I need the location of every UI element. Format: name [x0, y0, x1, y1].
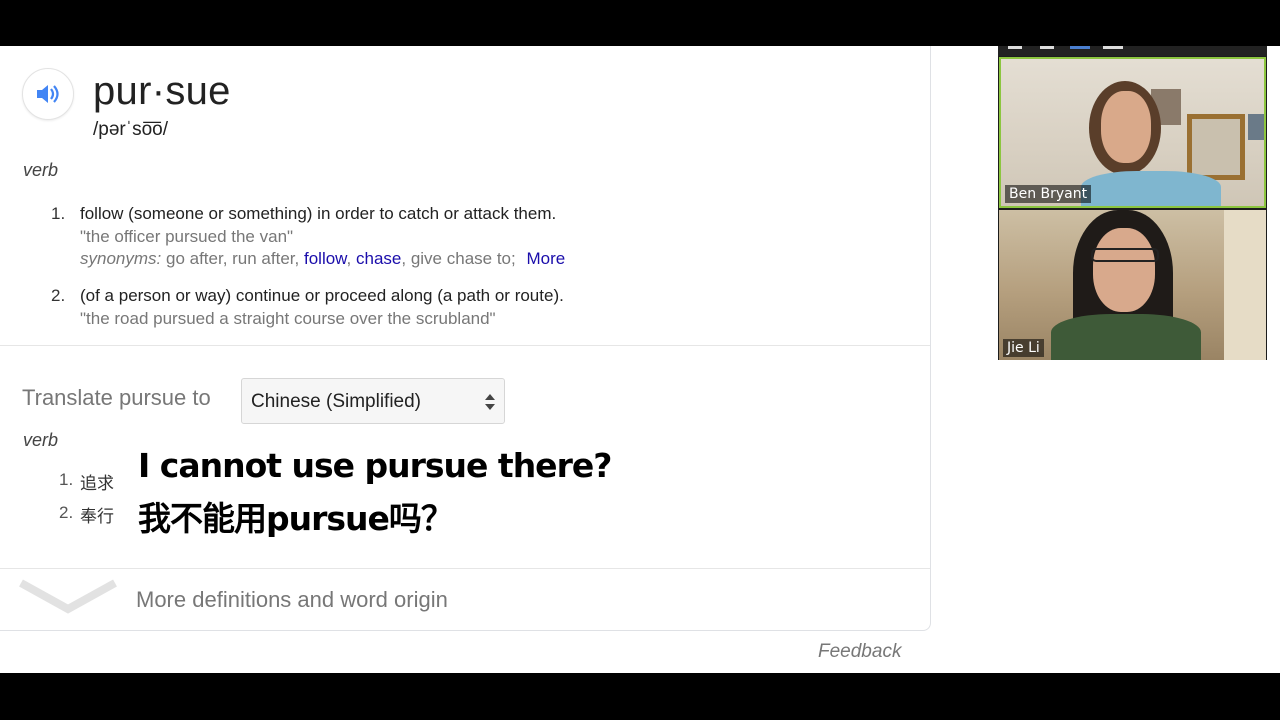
participant-name-ben: Ben Bryant — [1005, 185, 1092, 203]
language-select[interactable]: Chinese (Simplified) — [241, 378, 505, 424]
subtitle-line-chinese: 我不能用pursue吗？ — [138, 499, 454, 538]
speaker-icon — [37, 85, 59, 103]
participant-shirt — [1081, 171, 1221, 206]
participant-face — [1101, 91, 1151, 163]
translation-number: 2. — [59, 503, 74, 522]
browser-page: pur·sue /pərˈso͞o/ verb 1. follow (someo… — [0, 46, 1280, 673]
translation-part-of-speech: verb — [23, 430, 59, 450]
more-synonyms-link[interactable]: More — [526, 249, 565, 268]
wall-mirror — [1187, 114, 1245, 180]
more-definitions-row[interactable]: More definitions and word origin — [0, 567, 930, 627]
participant-name-jie: Jie Li — [1003, 339, 1044, 357]
definition-example: "the road pursued a straight course over… — [80, 309, 496, 328]
translation-number: 1. — [59, 470, 74, 489]
translate-label: Translate pursue to — [22, 385, 211, 410]
video-call-panel: Ben Bryant Jie Li — [998, 46, 1267, 360]
translation-word: 奉行 — [80, 507, 114, 527]
participant-tile-jie[interactable]: Jie Li — [999, 210, 1266, 360]
definition-example: "the officer pursued the van" — [80, 227, 294, 246]
select-arrows-icon — [485, 394, 495, 410]
toolbar-control[interactable] — [1040, 46, 1054, 49]
wall-picture — [1248, 114, 1264, 140]
chevron-down-icon — [19, 579, 117, 614]
letterbox-bottom — [0, 673, 1280, 720]
language-select-value: Chinese (Simplified) — [251, 391, 422, 412]
participant-face — [1093, 228, 1155, 312]
more-definitions-label: More definitions and word origin — [136, 587, 448, 612]
toolbar-control[interactable] — [1008, 46, 1022, 49]
synonyms-plain: go after, run after, — [165, 249, 300, 268]
participant-glasses — [1091, 248, 1159, 262]
participant-tile-ben[interactable]: Ben Bryant — [999, 57, 1266, 208]
phonetic-spelling: /pərˈso͞o/ — [93, 119, 168, 140]
feedback-link[interactable]: Feedback — [818, 641, 901, 663]
gallery-view-icon[interactable] — [1070, 46, 1090, 49]
synonym-link-follow[interactable]: follow — [304, 249, 347, 268]
toolbar-control[interactable] — [1103, 46, 1123, 49]
letterbox-top — [0, 0, 1280, 46]
video-toolbar — [998, 46, 1267, 56]
pronounce-button[interactable] — [22, 68, 74, 120]
definition-text: follow (someone or something) in order t… — [80, 204, 557, 223]
definition-text: (of a person or way) continue or proceed… — [80, 286, 564, 305]
subtitle-line-english: I cannot use pursue there? — [138, 446, 612, 485]
definition-number: 2. — [51, 286, 66, 305]
translation-word: 追求 — [80, 474, 114, 494]
part-of-speech: verb — [23, 160, 59, 180]
dictionary-card: pur·sue /pərˈso͞o/ verb 1. follow (someo… — [0, 46, 931, 631]
synonym-link-chase[interactable]: chase — [356, 249, 401, 268]
participant-shirt — [1051, 314, 1201, 360]
synonyms-line: synonyms: go after, run after, follow, c… — [80, 249, 566, 268]
headword: pur·sue — [93, 69, 231, 113]
synonyms-tail: give chase to; — [410, 249, 516, 268]
definition-number: 1. — [51, 204, 66, 223]
synonyms-label: synonyms: — [80, 249, 162, 268]
background-window — [1224, 210, 1266, 360]
section-divider — [0, 345, 930, 346]
